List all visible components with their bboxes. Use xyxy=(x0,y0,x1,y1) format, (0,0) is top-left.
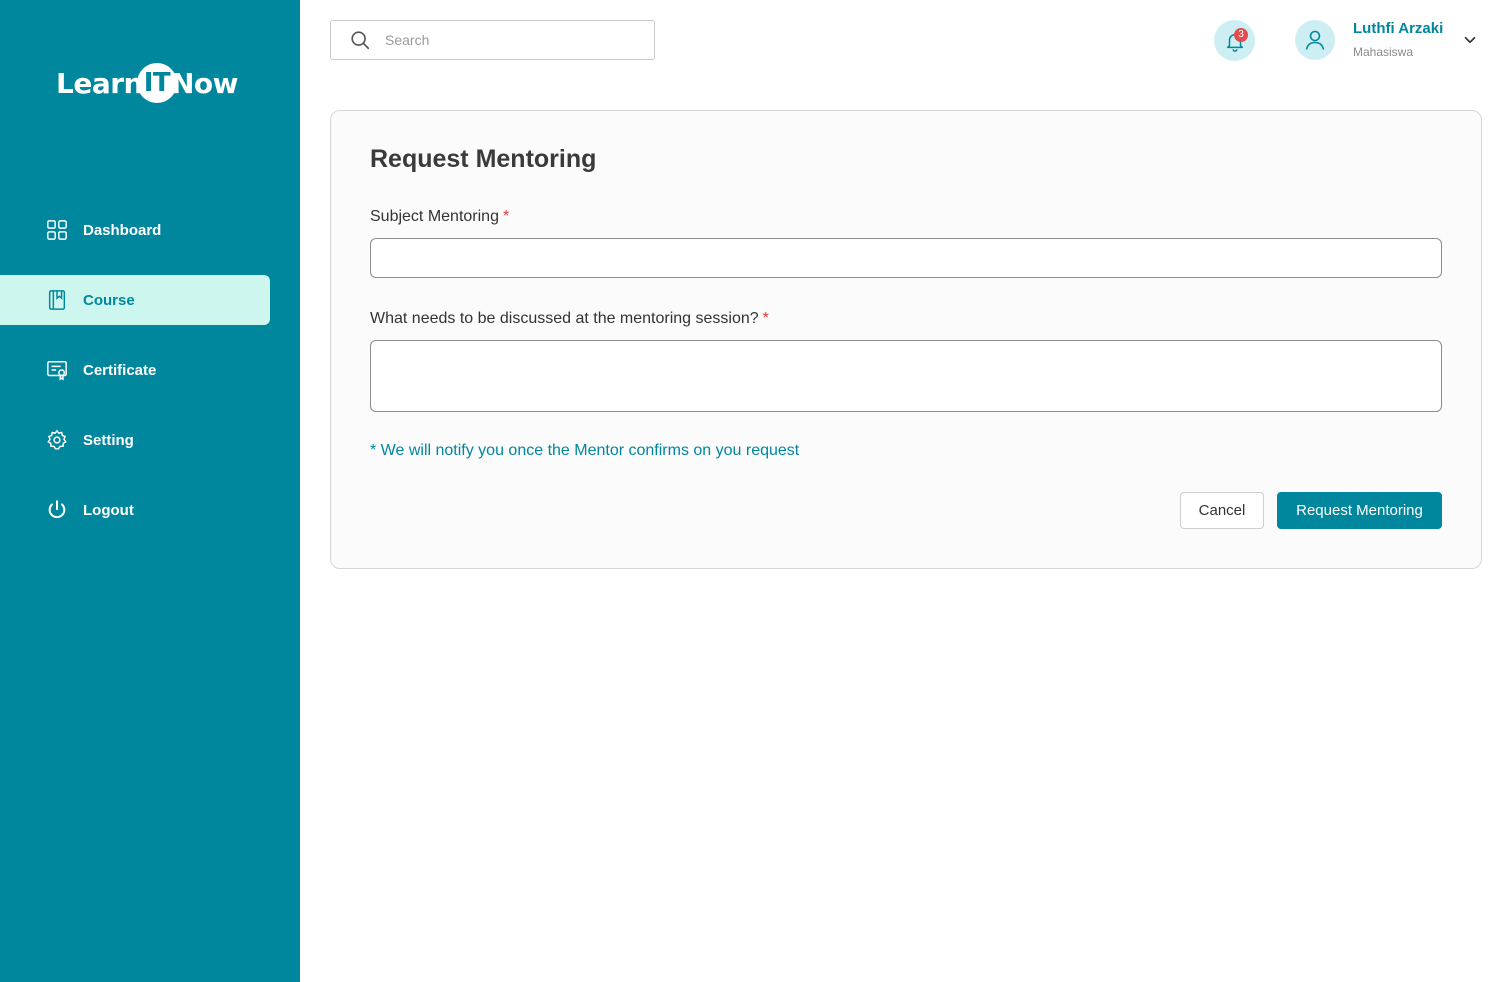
sidebar-item-label: Setting xyxy=(83,431,134,449)
book-icon xyxy=(46,289,68,311)
sidebar-item-label: Certificate xyxy=(83,361,157,379)
sidebar-item-dashboard[interactable]: Dashboard xyxy=(0,205,270,255)
subject-label: Subject Mentoring * xyxy=(370,208,509,226)
subject-label-text: Subject Mentoring xyxy=(370,208,499,225)
discussion-textarea[interactable] xyxy=(370,340,1442,412)
avatar[interactable] xyxy=(1295,20,1335,60)
request-mentoring-button[interactable]: Request Mentoring xyxy=(1277,492,1442,529)
required-marker: * xyxy=(762,310,769,327)
notification-badge: 3 xyxy=(1234,28,1248,42)
chevron-down-icon[interactable] xyxy=(1461,31,1479,49)
sidebar-item-course[interactable]: Course xyxy=(0,275,270,325)
discussion-label: What needs to be discussed at the mentor… xyxy=(370,310,769,328)
notification-button[interactable]: 3 xyxy=(1214,20,1255,61)
logo-suffix: Now xyxy=(170,66,239,100)
user-icon xyxy=(1303,28,1327,52)
sidebar-item-setting[interactable]: Setting xyxy=(0,415,270,465)
app-root: Learn IT Now Dashboard Course Certificat… xyxy=(0,0,1512,982)
logo-prefix: Learn xyxy=(56,66,143,100)
gear-icon xyxy=(46,429,68,451)
sidebar-item-label: Course xyxy=(83,291,135,309)
request-mentoring-card: Request Mentoring Subject Mentoring * Wha… xyxy=(330,110,1482,569)
sidebar: Learn IT Now Dashboard Course Certificat… xyxy=(0,0,300,982)
sidebar-item-logout[interactable]: Logout xyxy=(0,485,270,535)
discussion-label-text: What needs to be discussed at the mentor… xyxy=(370,310,759,327)
power-icon xyxy=(46,499,68,521)
sidebar-nav: Dashboard Course Certificate Setting Log… xyxy=(0,205,300,555)
sidebar-item-label: Logout xyxy=(83,501,134,519)
page-title: Request Mentoring xyxy=(370,145,597,173)
search-input[interactable] xyxy=(385,32,635,48)
user-name: Luthfi Arzaki xyxy=(1353,20,1444,37)
brand-logo[interactable]: Learn IT Now xyxy=(56,62,239,104)
notification-note: * We will notify you once the Mentor con… xyxy=(370,442,800,459)
search-box[interactable] xyxy=(330,20,655,60)
sidebar-item-label: Dashboard xyxy=(83,221,162,239)
required-marker: * xyxy=(502,208,510,225)
certificate-icon xyxy=(46,359,68,381)
subject-input[interactable] xyxy=(370,238,1442,278)
cancel-button[interactable]: Cancel xyxy=(1180,492,1264,529)
search-icon xyxy=(349,29,371,51)
grid-icon xyxy=(46,219,68,241)
sidebar-item-certificate[interactable]: Certificate xyxy=(0,345,270,395)
user-role: Mahasiswa xyxy=(1353,45,1414,59)
